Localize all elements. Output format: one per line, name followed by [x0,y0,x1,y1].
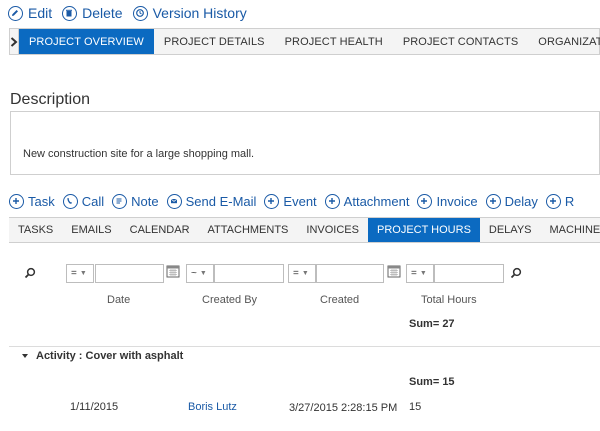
tab-machinery[interactable]: MACHINERY [541,218,600,242]
plus-icon [485,193,501,209]
row-total-hours: 15 [409,401,422,413]
version-history-label: Version History [152,5,247,21]
date-operator-value: = [71,268,77,280]
description-heading: Description [10,91,91,108]
add-delay-label: Delay [504,193,538,209]
row-date: 1/11/2015 [70,401,119,413]
tab-project-health[interactable]: PROJECT HEALTH [275,29,393,54]
add-delay-button[interactable]: Delay [485,193,538,209]
delete-label: Delete [82,5,123,21]
tab-project-hours[interactable]: PROJECT HOURS [367,218,480,242]
chevron-right-icon [10,36,18,47]
tab-invoices[interactable]: INVOICES [297,218,368,242]
note-icon [112,193,128,209]
tab-calendar[interactable]: CALENDAR [121,218,199,242]
activity-toolbar: Task Call Note Send E-Mail Event Attachm… [9,192,582,210]
delete-button[interactable]: Delete [62,5,123,21]
tab-organizations[interactable]: ORGANIZATIONS [528,29,600,54]
group-separator: : [75,350,86,362]
tab-project-contacts[interactable]: PROJECT CONTACTS [393,29,528,54]
column-header-date[interactable]: Date [107,294,130,306]
divider [9,346,600,347]
chevron-down-icon: ▼ [79,270,87,277]
plus-icon [324,193,340,209]
tab-project-overview[interactable]: PROJECT OVERVIEW [19,29,154,54]
add-event-button[interactable]: Event [264,193,317,209]
search-icon[interactable] [510,267,522,279]
collapse-triangle-icon[interactable] [22,354,28,358]
related-records-tabs: TASKS EMAILS CALENDAR ATTACHMENTS INVOIC… [9,217,600,243]
add-task-label: Task [28,193,55,209]
row-created: 3/27/2015 2:28:15 PM [289,402,398,414]
calendar-icon[interactable] [387,264,401,278]
description-text: New construction site for a large shoppi… [23,148,255,160]
tab-emails[interactable]: EMAILS [62,218,120,242]
add-event-label: Event [283,193,317,209]
chevron-down-icon: ▼ [301,270,309,277]
chevron-down-icon: ▼ [199,270,207,277]
group-key: Activity [36,350,76,362]
plus-icon [545,193,561,209]
plus-icon [417,193,433,209]
history-icon [132,5,148,21]
row-created-by-link[interactable]: Boris Lutz [188,401,237,413]
search-icon[interactable] [24,267,36,279]
edit-label: Edit [28,5,53,21]
created-operator-select[interactable]: = ▼ [288,264,316,283]
tab-attachments[interactable]: ATTACHMENTS [199,218,298,242]
created-by-operator-value: ~ [191,268,197,280]
version-history-button[interactable]: Version History [132,5,247,21]
date-filter-input[interactable] [95,264,164,283]
record-nav-tabs: PROJECT OVERVIEW PROJECT DETAILS PROJECT… [9,28,600,55]
total-hours-operator-value: = [411,268,417,280]
send-email-button[interactable]: Send E-Mail [166,193,257,209]
pencil-icon [8,5,23,21]
column-header-created-by[interactable]: Created By [202,294,257,306]
total-hours-filter-input[interactable] [434,264,504,283]
total-hours-operator-select[interactable]: = ▼ [406,264,434,283]
tab-project-details[interactable]: PROJECT DETAILS [154,29,275,54]
chevron-down-icon: ▼ [419,270,427,277]
plus-icon [9,193,24,209]
add-call-label: Call [81,193,105,209]
add-attachment-button[interactable]: Attachment [324,193,410,209]
group-value: Cover with asphalt [85,350,184,362]
add-note-button[interactable]: Note [112,193,159,209]
created-operator-value: = [293,268,299,280]
created-by-filter-input[interactable] [214,264,284,283]
phone-icon [62,193,78,209]
add-attachment-label: Attachment [343,193,410,209]
add-note-label: Note [131,193,159,209]
description-field[interactable]: New construction site for a large shoppi… [10,111,600,175]
add-call-button[interactable]: Call [62,193,105,209]
created-by-operator-select[interactable]: ~ ▼ [186,264,214,283]
trash-icon [62,5,78,21]
created-filter-input[interactable] [316,264,384,283]
total-hours-sum: Sum= 27 [409,318,455,330]
column-header-total-hours[interactable]: Total Hours [421,294,477,306]
tab-tasks[interactable]: TASKS [9,218,62,242]
nav-toggle-button[interactable] [10,29,19,54]
date-operator-select[interactable]: = ▼ [66,264,94,283]
edit-button[interactable]: Edit [8,5,52,21]
group-header[interactable]: Activity : Cover with asphalt [36,350,183,362]
add-more-button[interactable]: R [545,193,575,209]
add-more-label: R [564,193,575,209]
send-email-label: Send E-Mail [185,193,257,209]
envelope-icon [166,193,182,209]
add-task-button[interactable]: Task [9,193,55,209]
tab-delays[interactable]: DELAYS [480,218,541,242]
group-hours-sum: Sum= 15 [409,376,455,388]
column-header-created[interactable]: Created [320,294,359,306]
record-toolbar: Edit Delete Version History [8,3,257,23]
calendar-icon[interactable] [166,264,180,278]
add-invoice-label: Invoice [436,193,478,209]
add-invoice-button[interactable]: Invoice [417,193,478,209]
plus-icon [264,193,280,209]
